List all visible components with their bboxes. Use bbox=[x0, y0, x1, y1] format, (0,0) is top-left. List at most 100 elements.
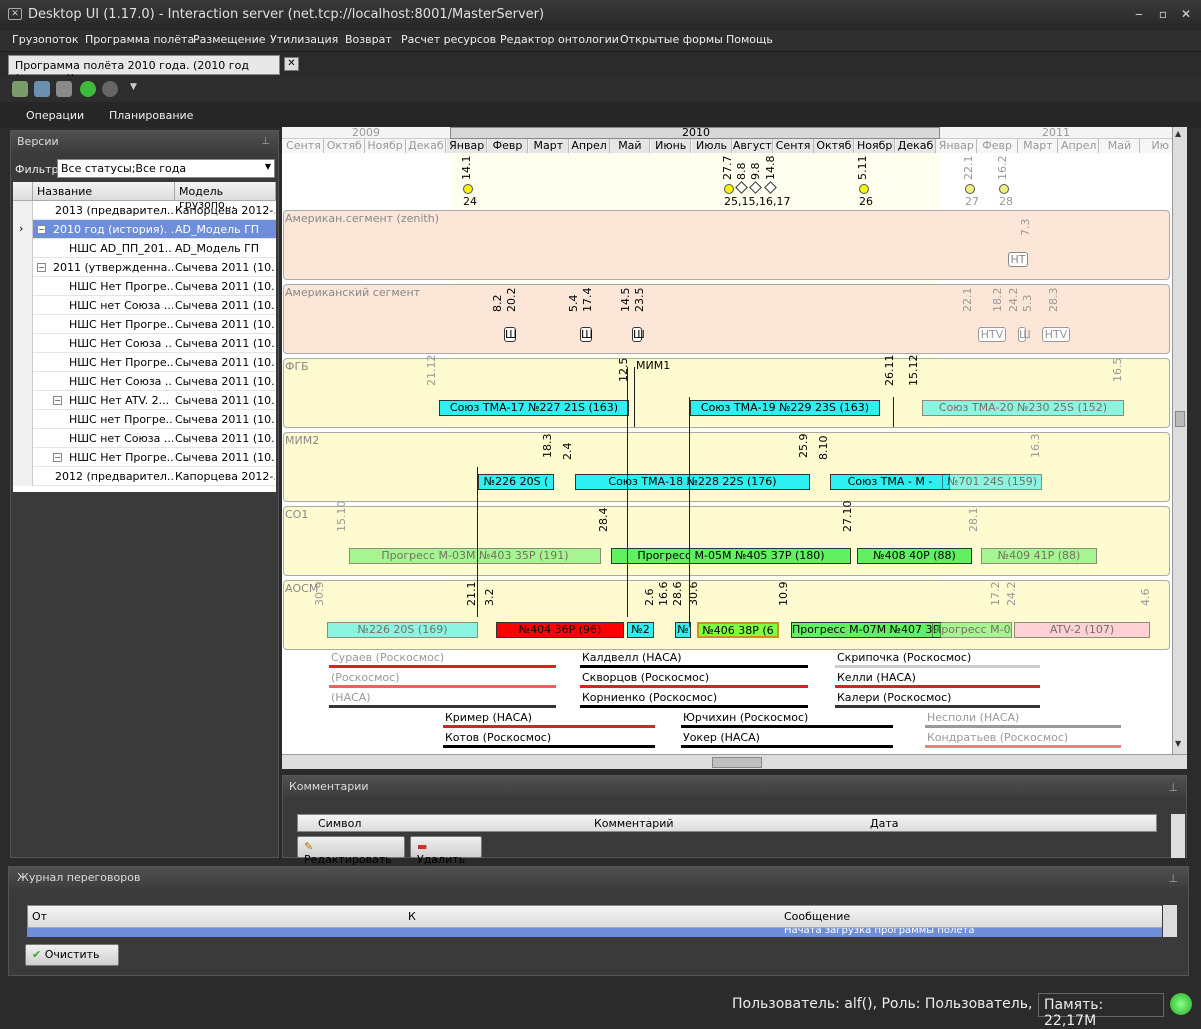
scroll-thumb[interactable] bbox=[712, 757, 762, 768]
expand-icon[interactable]: − bbox=[37, 263, 46, 272]
col-symbol[interactable]: Символ bbox=[318, 817, 361, 830]
spacecraft-bar[interactable]: Союз ТМА-19 №229 23S (163) bbox=[690, 400, 880, 416]
menu-cargo[interactable]: Грузопоток bbox=[12, 33, 78, 46]
table-row[interactable]: НШС нет Союза ... Сычева 2011 (10... bbox=[13, 296, 276, 315]
spacecraft-bar[interactable]: №406 38Р (6 bbox=[697, 622, 779, 638]
journal-scrollbar[interactable] bbox=[1163, 905, 1177, 937]
minimize-button[interactable]: ‒ bbox=[1130, 6, 1148, 22]
tab-operations[interactable]: Операции bbox=[26, 109, 84, 122]
col-comment[interactable]: Комментарий bbox=[594, 817, 674, 830]
menu-ontology[interactable]: Редактор онтологии bbox=[500, 33, 619, 46]
menu-help[interactable]: Помощь bbox=[726, 33, 773, 46]
maximize-button[interactable]: ▫ bbox=[1154, 6, 1172, 22]
col-to[interactable]: К bbox=[408, 910, 416, 923]
expand-icon[interactable]: − bbox=[37, 225, 46, 234]
table-row[interactable]: − НШС Нет Прогре... Сычева 2011 (10... bbox=[13, 448, 276, 467]
table-row[interactable]: 2012 (предварител... Капорцева 2012-... bbox=[13, 467, 276, 486]
col-model-header[interactable]: Модель грузопо... bbox=[175, 182, 276, 211]
row-selector[interactable] bbox=[13, 258, 33, 277]
spacecraft-bar[interactable]: Союз ТМА-20 №230 25S (152) bbox=[922, 400, 1124, 416]
stop-icon[interactable] bbox=[102, 81, 118, 97]
col-date[interactable]: Дата bbox=[870, 817, 898, 830]
table-row[interactable]: − НШС Нет ATV. 2... Сычева 2011 (10... bbox=[13, 391, 276, 410]
spacecraft-bar[interactable]: Прогресс М-05М №405 37Р (180) bbox=[611, 548, 851, 564]
row-selector[interactable] bbox=[13, 429, 33, 448]
scroll-down-icon[interactable]: ▼ bbox=[1175, 739, 1185, 749]
spacecraft-bar[interactable]: №701 24S (159) bbox=[942, 474, 1042, 490]
filter-select[interactable]: Все статусы;Все года ▼ bbox=[57, 159, 275, 178]
table-row[interactable]: −2011 (утвержденна... Сычева 2011 (10... bbox=[13, 258, 276, 277]
row-selector[interactable] bbox=[13, 410, 33, 429]
comments-scrollbar[interactable] bbox=[1171, 814, 1185, 858]
play-icon[interactable] bbox=[80, 81, 96, 97]
spacecraft-bar[interactable]: №226 20S (169) bbox=[327, 622, 478, 638]
table-row[interactable]: НШС Нет Прогре... Сычева 2011 (10... bbox=[13, 277, 276, 296]
chart-horizontal-scrollbar[interactable] bbox=[282, 754, 1187, 769]
table-row[interactable]: НШС нет Прогре... Сычева 2011 (10... bbox=[13, 410, 276, 429]
spacecraft-bar[interactable]: Прогресс М-07М №407 39Р (163) bbox=[791, 622, 941, 638]
row-selector[interactable] bbox=[13, 296, 33, 315]
spacecraft-bar[interactable]: Прогресс М-07М №407 39Р (163) bbox=[932, 622, 1012, 638]
pin-icon[interactable]: ⊥ bbox=[261, 136, 270, 147]
tab-close-icon[interactable]: ✕ bbox=[284, 57, 299, 71]
table-row[interactable]: 2013 (предварител... Капорцева 2012-... bbox=[13, 201, 276, 220]
spacecraft-bar[interactable]: Союз ТМА - М - bbox=[830, 474, 950, 490]
journal-row[interactable]: Начата загрузка программы полёта bbox=[28, 928, 1162, 937]
menu-utilization[interactable]: Утилизация bbox=[270, 33, 338, 46]
edit-button[interactable]: ✎ Редактировать bbox=[297, 836, 405, 866]
spacecraft-bar[interactable]: Союз ТМА-17 №227 21S (163) bbox=[439, 400, 629, 416]
table-row[interactable]: НШС Нет Прогре... Сычева 2011 (10... bbox=[13, 353, 276, 372]
delete-button[interactable]: ▬ Удалить bbox=[410, 836, 482, 866]
row-selector[interactable] bbox=[13, 239, 33, 258]
row-selector[interactable] bbox=[13, 448, 33, 467]
menu-return[interactable]: Возврат bbox=[345, 33, 392, 46]
col-name-header[interactable]: Название bbox=[33, 182, 175, 201]
row-selector[interactable] bbox=[13, 201, 33, 220]
chart-vertical-scrollbar[interactable]: ▲ ▼ bbox=[1172, 127, 1187, 754]
row-selector[interactable] bbox=[13, 391, 33, 410]
row-selector[interactable] bbox=[13, 353, 33, 372]
spacecraft-bar[interactable]: Союз ТМА-18 №228 22S (176) bbox=[575, 474, 810, 490]
spacecraft-bar[interactable]: №404 36Р (96) bbox=[496, 622, 624, 638]
spacecraft-bar[interactable]: №226 20S ( bbox=[478, 474, 554, 490]
spacecraft-bar[interactable]: №2 bbox=[627, 622, 654, 638]
row-selector[interactable] bbox=[13, 467, 33, 486]
tab-flight-program-2010[interactable]: Программа полёта 2010 года. (2010 год (и… bbox=[8, 55, 280, 85]
menu-open-forms[interactable]: Открытые формы bbox=[620, 33, 723, 46]
menu-placement[interactable]: Размещение bbox=[193, 33, 266, 46]
clear-button[interactable]: ✔ Очистить bbox=[25, 944, 119, 966]
tab-planning[interactable]: Планирование bbox=[109, 109, 193, 122]
scroll-up-icon[interactable]: ▲ bbox=[1175, 129, 1185, 139]
spacecraft-bar[interactable]: ATV-2 (107) bbox=[1014, 622, 1150, 638]
table-row[interactable]: НШС Нет Союза ... Сычева 2011 (10... bbox=[13, 334, 276, 353]
dropdown-arrow-icon[interactable]: ▼ bbox=[130, 82, 137, 92]
spacecraft-bar[interactable]: №409 41Р (88) bbox=[981, 548, 1097, 564]
date-label: 23.5 bbox=[633, 287, 646, 313]
pin-icon[interactable]: ⊥ bbox=[1168, 781, 1178, 794]
table-row[interactable]: НШС AD_ПП_201... AD_Модель ГП bbox=[13, 239, 276, 258]
row-selector[interactable] bbox=[13, 315, 33, 334]
table-row[interactable]: НШС нет Союза ... Сычева 2011 (10... bbox=[13, 429, 276, 448]
timeline-chart[interactable]: 2009 2010 2011 Сентя Октяб Ноябр Декаб Январ… bbox=[282, 127, 1172, 754]
close-button[interactable]: ✕ bbox=[1177, 6, 1195, 22]
scroll-thumb[interactable] bbox=[1175, 411, 1185, 427]
row-selector[interactable] bbox=[13, 334, 33, 353]
pin-icon[interactable]: ⊥ bbox=[1168, 872, 1178, 885]
spacecraft-bar[interactable]: Прогресс М-03М №403 35Р (191) bbox=[349, 548, 601, 564]
expand-icon[interactable]: − bbox=[53, 453, 62, 462]
row-selector[interactable] bbox=[13, 277, 33, 296]
table-row[interactable]: › −2010 год (история). ... AD_Модель ГП bbox=[13, 220, 276, 239]
expand-icon[interactable]: − bbox=[53, 396, 62, 405]
menu-resources[interactable]: Расчет ресурсов bbox=[401, 33, 496, 46]
version-model: Сычева 2011 (10... bbox=[175, 299, 275, 312]
menu-flight-program[interactable]: Программа полёта bbox=[85, 33, 194, 46]
col-message[interactable]: Сообщение bbox=[784, 910, 850, 923]
save-icon[interactable] bbox=[56, 81, 72, 97]
spacecraft-bar[interactable]: №408 40Р (88) bbox=[857, 548, 972, 564]
copy-icon[interactable] bbox=[34, 81, 50, 97]
row-selector[interactable] bbox=[13, 372, 33, 391]
table-row[interactable]: НШС Нет Союза ... Сычева 2011 (10... bbox=[13, 372, 276, 391]
table-row[interactable]: НШС Нет Прогре... Сычева 2011 (10... bbox=[13, 315, 276, 334]
col-from[interactable]: От bbox=[32, 910, 47, 923]
add-icon[interactable] bbox=[12, 81, 28, 97]
